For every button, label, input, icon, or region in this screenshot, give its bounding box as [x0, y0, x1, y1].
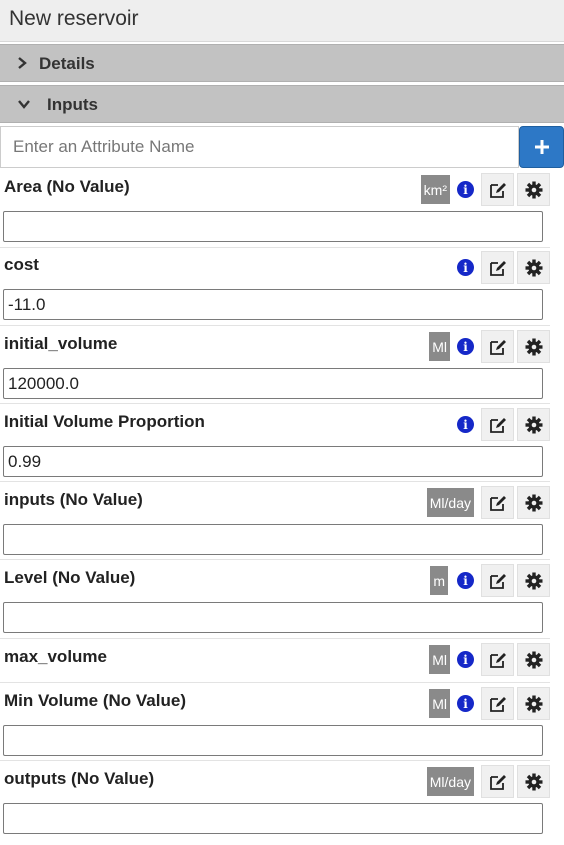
row-divider: [0, 559, 550, 560]
chevron-right-icon: [12, 45, 32, 81]
attribute-name: Area (No Value): [4, 177, 130, 196]
attribute-value-input[interactable]: [3, 446, 543, 477]
attribute-value-input[interactable]: [3, 289, 543, 320]
attribute-value-input[interactable]: [3, 725, 543, 756]
settings-button[interactable]: [517, 408, 550, 441]
section-inputs[interactable]: Inputs: [0, 85, 564, 123]
gear-icon: [525, 651, 542, 668]
attribute-name: initial_volume: [4, 334, 118, 353]
attribute-name: Min Volume (No Value): [4, 691, 186, 710]
edit-icon: [489, 339, 506, 355]
attribute-controls: Ml i: [429, 687, 550, 720]
attribute-controls: Ml i: [429, 643, 550, 676]
row-divider: [0, 760, 550, 761]
row-divider: [0, 247, 550, 248]
settings-button[interactable]: [517, 765, 550, 798]
attribute-controls: m i: [430, 564, 550, 597]
unit-badge: Ml: [429, 645, 450, 674]
edit-button[interactable]: [481, 408, 514, 441]
attribute-controls: Ml/day: [426, 765, 550, 798]
settings-button[interactable]: [517, 687, 550, 720]
gear-icon: [525, 494, 542, 511]
edit-icon: [489, 495, 506, 511]
attribute-name: Initial Volume Proportion: [4, 412, 205, 431]
attribute-controls: Ml/day: [426, 486, 550, 519]
edit-icon: [489, 417, 506, 433]
settings-button[interactable]: [517, 643, 550, 676]
attribute-controls: i: [457, 251, 550, 284]
unit-badge: m: [430, 566, 448, 595]
unit-badge: Ml/day: [426, 488, 474, 517]
attribute-search-row: [0, 126, 564, 168]
title-bar: New reservoir: [0, 0, 564, 42]
edit-button[interactable]: [481, 486, 514, 519]
edit-button[interactable]: [481, 687, 514, 720]
unit-badge: Ml: [429, 689, 450, 718]
attribute-name: inputs (No Value): [4, 490, 143, 509]
info-icon[interactable]: i: [457, 338, 474, 355]
row-divider: [0, 638, 550, 639]
info-icon[interactable]: i: [457, 416, 474, 433]
attribute-value-input[interactable]: [3, 602, 543, 633]
gear-icon: [525, 773, 542, 790]
edit-icon: [489, 573, 506, 589]
settings-button[interactable]: [517, 251, 550, 284]
info-icon[interactable]: i: [457, 181, 474, 198]
add-attribute-button[interactable]: [519, 126, 564, 168]
settings-button[interactable]: [517, 564, 550, 597]
settings-button[interactable]: [517, 173, 550, 206]
gear-icon: [525, 259, 542, 276]
edit-button[interactable]: [481, 330, 514, 363]
attribute-value-input[interactable]: [3, 524, 543, 555]
chevron-down-icon: [14, 86, 34, 122]
edit-button[interactable]: [481, 564, 514, 597]
section-inputs-label: Inputs: [47, 95, 98, 114]
attribute-controls: km² i: [420, 173, 550, 206]
unit-badge: Ml: [429, 332, 450, 361]
unit-badge: km²: [420, 175, 450, 204]
row-divider: [0, 325, 550, 326]
attribute-search-input[interactable]: [0, 126, 519, 168]
edit-button[interactable]: [481, 643, 514, 676]
info-icon[interactable]: i: [457, 651, 474, 668]
attribute-controls: i: [457, 408, 550, 441]
row-divider: [0, 682, 550, 683]
info-icon[interactable]: i: [457, 695, 474, 712]
plus-icon: [534, 140, 549, 154]
attribute-name: outputs (No Value): [4, 769, 155, 788]
edit-icon: [489, 182, 506, 198]
edit-icon: [489, 652, 506, 668]
unit-badge: Ml/day: [426, 767, 474, 796]
row-divider: [0, 481, 550, 482]
attribute-value-input[interactable]: [3, 368, 543, 399]
settings-button[interactable]: [517, 486, 550, 519]
gear-icon: [525, 338, 542, 355]
attribute-name: max_volume: [4, 647, 107, 666]
row-divider: [0, 403, 550, 404]
attribute-name: Level (No Value): [4, 568, 136, 587]
section-details-label: Details: [39, 54, 95, 73]
gear-icon: [525, 416, 542, 433]
gear-icon: [525, 695, 542, 712]
settings-button[interactable]: [517, 330, 550, 363]
attribute-controls: Ml i: [429, 330, 550, 363]
info-icon[interactable]: i: [457, 572, 474, 589]
section-details[interactable]: Details: [0, 44, 564, 82]
edit-button[interactable]: [481, 173, 514, 206]
edit-button[interactable]: [481, 765, 514, 798]
attribute-name: cost: [4, 255, 39, 274]
edit-icon: [489, 774, 506, 790]
attribute-value-input[interactable]: [3, 211, 543, 242]
edit-icon: [489, 696, 506, 712]
gear-icon: [525, 181, 542, 198]
gear-icon: [525, 572, 542, 589]
attribute-value-input[interactable]: [3, 803, 543, 834]
edit-button[interactable]: [481, 251, 514, 284]
page-title: New reservoir: [9, 7, 139, 30]
edit-icon: [489, 260, 506, 276]
info-icon[interactable]: i: [457, 259, 474, 276]
